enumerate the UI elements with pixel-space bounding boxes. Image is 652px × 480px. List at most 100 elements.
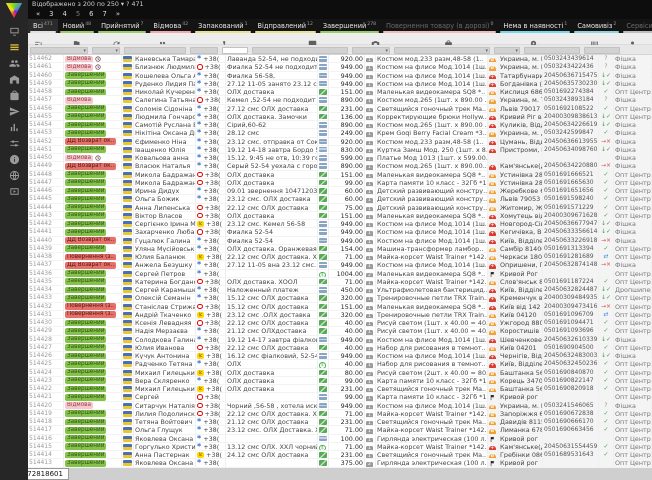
client-phone[interactable]: +38(: [196, 63, 226, 70]
delivery-region[interactable]: Богданівка (Дні..: [499, 80, 543, 87]
order-comment[interactable]: ОЛХ доставка: [226, 88, 318, 95]
client-name[interactable]: Кошелева Ольга Ар..: [134, 72, 196, 79]
table-row[interactable]: 514432Повернення (з..Станіслав Стрижак +…: [28, 303, 652, 311]
product-name[interactable]: Платье Мод 1013 (1шт. х 599.00..: [376, 154, 488, 161]
delivery-region[interactable]: Гребінки 08662: [499, 451, 543, 458]
order-comment[interactable]: ОЛХ доставка. Замочки: [226, 113, 318, 120]
client-name[interactable]: Михаил Гилецький: [134, 369, 196, 376]
tab-5[interactable]: Відправлений12: [253, 19, 318, 33]
tracking-number[interactable]: 0501691665630: [543, 179, 599, 186]
table-row[interactable]: 514417ЗавершенийОльга Глущук* +38(23.12 …: [28, 426, 652, 434]
product-name[interactable]: Костюм на флисе Мод.1014 (1ш..: [376, 72, 488, 79]
table-row[interactable]: 514430ЗавершенийКсенія Левадняя +38(22.1…: [28, 319, 652, 327]
order-comment[interactable]: [226, 393, 318, 400]
tracking-number[interactable]: 0501691094471: [543, 319, 599, 326]
client-phone[interactable]: +38(: [196, 228, 226, 235]
column-filter[interactable]: [222, 47, 248, 54]
order-comment[interactable]: 28.12 смс: [226, 129, 318, 136]
tracking-number[interactable]: 20450633226918: [543, 237, 599, 244]
column-filter[interactable]: [190, 47, 218, 54]
delivery-region[interactable]: Кривий Ріг від ..: [499, 113, 543, 120]
tracking-number[interactable]: 20450636677947: [543, 220, 599, 227]
client-phone[interactable]: +38(: [196, 278, 226, 285]
client-phone[interactable]: +38(: [196, 393, 226, 400]
client-name[interactable]: Микола Бадражан: [134, 171, 196, 178]
product-name[interactable]: Майка-корсет Waist Trainer *142..: [376, 253, 488, 260]
table-row[interactable]: 514459ЗавершенийРуденко Лидия Пав..* +38…: [28, 80, 652, 88]
table-row[interactable]: 514436ЗавершенийСергей Петров* +38($1004…: [28, 270, 652, 278]
client-phone[interactable]: +38(: [196, 179, 226, 186]
first-page-button[interactable]: «: [36, 9, 40, 19]
tracking-number[interactable]: 20450636613955: [543, 138, 599, 145]
order-comment[interactable]: ОЛХ доставка. ХООЛ: [226, 278, 318, 285]
table-row[interactable]: 514425ЗавершенийРадченко Тетяна* +38(ОЛХ…: [28, 360, 652, 368]
delivery-region[interactable]: Украина, м. Но..: [499, 402, 543, 409]
client-phone[interactable]: * +38(: [196, 138, 226, 145]
product-name[interactable]: Светящийся гоночный трек Ма..: [376, 451, 488, 458]
tracking-number[interactable]: 20450632824487: [543, 286, 599, 293]
order-comment[interactable]: Лаванда 52-54, не подходит: [226, 55, 318, 62]
product-name[interactable]: Детский развивающий констру..: [376, 204, 488, 211]
tracking-number[interactable]: 20450633356614: [543, 228, 599, 235]
order-comment[interactable]: 21.12 смс ОЛХдоставка: [226, 327, 318, 334]
order-comment[interactable]: ОЛХ доставка: [226, 377, 318, 384]
client-name[interactable]: Радченко Тетяна: [134, 360, 196, 367]
client-phone[interactable]: * +38(: [196, 443, 226, 450]
client-name[interactable]: Уляна Мусійовська: [134, 245, 196, 252]
client-phone[interactable]: * +38(: [196, 88, 226, 95]
product-name[interactable]: Костюм мод.265 (1шт. х 890.00..: [376, 162, 488, 169]
client-name[interactable]: Сергей Карамышев: [134, 286, 196, 293]
table-row[interactable]: 514448ЗавершенийМикола Бадражан +38(ОЛХ …: [28, 171, 652, 179]
client-name[interactable]: Катерина Богданова: [134, 278, 196, 285]
delivery-region[interactable]: Кам'янське(Дні..: [499, 443, 543, 450]
product-name[interactable]: Светящийся гоночный трек Ма..: [376, 385, 488, 392]
table-row[interactable]: 514462ВідмоваКаневська Тамара ..* +38(Ла…: [28, 55, 652, 63]
delivery-region[interactable]: Київ, Відділенн..: [499, 237, 543, 244]
column-filter[interactable]: [584, 47, 620, 54]
last-page-button[interactable]: »: [116, 9, 120, 19]
order-comment[interactable]: 23.12 смс. Кемел 56-58: [226, 220, 318, 227]
tracking-number[interactable]: 0501691093696: [543, 327, 599, 334]
product-name[interactable]: Майка-корсет Waist Trainer *142..: [376, 426, 488, 433]
tracking-number[interactable]: 20450634220880: [543, 162, 599, 169]
delivery-region[interactable]: Давидів 81151: [499, 418, 543, 425]
client-name[interactable]: Яковлева Оксана: [134, 459, 196, 466]
tracking-number[interactable]: 20400309473416: [543, 303, 599, 310]
product-name[interactable]: Карта памяти 10 класс - 32Гб *1..: [376, 179, 488, 186]
delivery-region[interactable]: Житомир, Жито..: [499, 204, 543, 211]
client-phone[interactable]: * +38(: [196, 418, 226, 425]
delivery-region[interactable]: Украина, м. По..: [499, 63, 543, 70]
column-filter[interactable]: [252, 47, 348, 54]
table-row[interactable]: 514421ЗавершенийСергей +38(99.001Карта п…: [28, 393, 652, 401]
order-comment[interactable]: 27.12 смс ОЛХ доставка: [226, 105, 318, 112]
order-comment[interactable]: 15.12 смс ОЛХ доставка: [226, 303, 318, 310]
product-name[interactable]: Костюм на флисе Мод.1014 (1ш..: [376, 228, 488, 235]
order-comment[interactable]: ОЛХ доставка: [226, 369, 318, 376]
client-name[interactable]: Кучук Антонина: [134, 352, 196, 359]
table-row[interactable]: 514428ЗавершенийСолодкова Галина В..* +3…: [28, 336, 652, 344]
order-comment[interactable]: 13.12 смс ОЛХ. ХХЛ чорний: [226, 443, 318, 450]
client-name[interactable]: Гуцалюк Галина: [134, 237, 196, 244]
client-phone[interactable]: * +38(: [196, 55, 226, 62]
table-row[interactable]: 514437ДД Возврат ок..Анжела Безушку* +38…: [28, 261, 652, 269]
product-name[interactable]: Рисуй светом (1шт. х 40.00 = 40..: [376, 327, 488, 334]
client-name[interactable]: Тетяна Войтович: [134, 418, 196, 425]
table-row[interactable]: 514414ЗавершенийАнна Пастернакlc +38(24.…: [28, 451, 652, 459]
delivery-region[interactable]: Кривой рог: [499, 459, 543, 466]
client-phone[interactable]: * +38(: [196, 336, 226, 343]
client-name[interactable]: Ковальова анна: [134, 154, 196, 161]
page-button-3[interactable]: 3: [49, 9, 53, 19]
client-phone[interactable]: * +38(: [196, 459, 226, 466]
table-row[interactable]: 514444ЗавершенийАнна Липенська +38(22.12…: [28, 204, 652, 212]
product-name[interactable]: Костюм мод.265 (1шт. х 890.00 ..: [376, 121, 488, 128]
table-row[interactable]: 514455ЗавершенийЛюдмила Гончарова* +38(О…: [28, 113, 652, 121]
table-row[interactable]: 514413ЗавершенийЯковлева Оксана* +38(375…: [28, 459, 652, 467]
order-comment[interactable]: 22.12 смс ОЛХ доставка. ХХХЛ: [226, 410, 318, 417]
tracking-number[interactable]: 0501691651656: [543, 187, 599, 194]
client-name[interactable]: Анжела Безушку: [134, 261, 196, 268]
table-row[interactable]: 514440ДД Возврат ок..Гуцалюк Галина* +38…: [28, 237, 652, 245]
client-name[interactable]: Анна Пастернак: [134, 451, 196, 458]
client-name[interactable]: Станіслав Стрижак: [134, 303, 196, 310]
product-name[interactable]: Костюм на флисе Мод.1014 (1ш..: [376, 237, 488, 244]
delivery-region[interactable]: Слов'янськ 84..: [499, 278, 543, 285]
